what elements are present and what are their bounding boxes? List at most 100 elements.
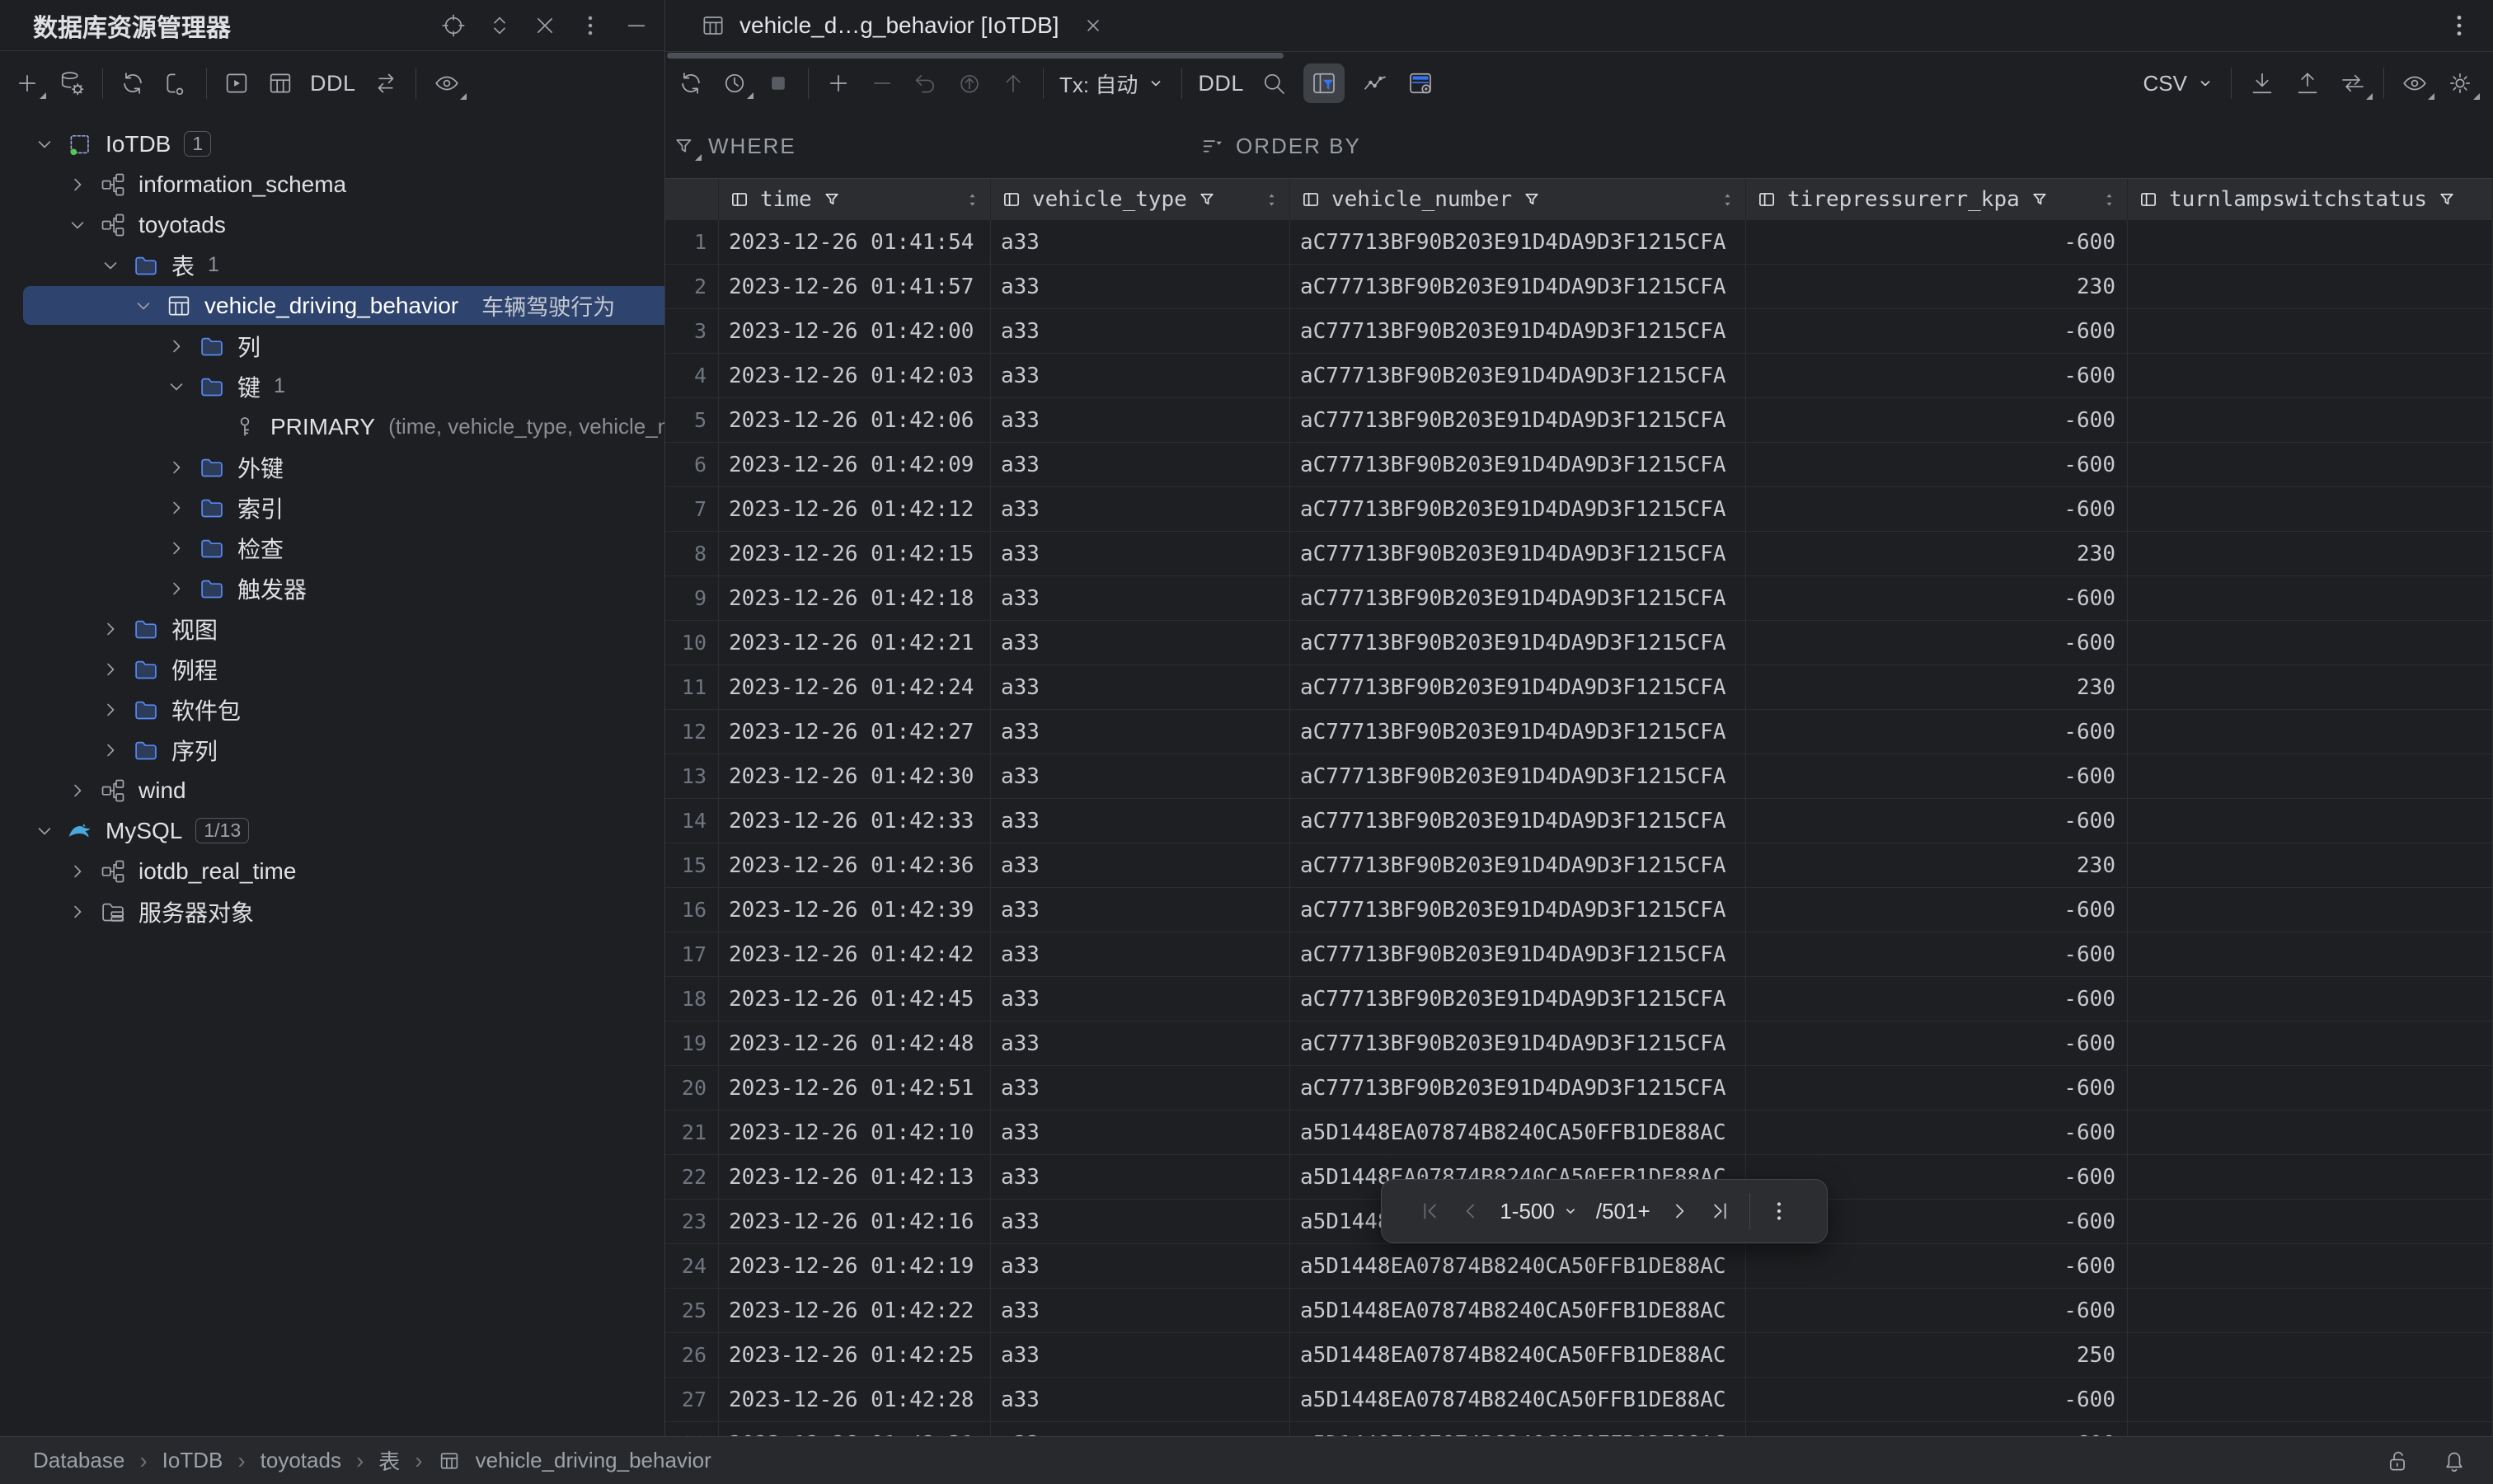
cell-vehicle-type[interactable]: a33 [991, 932, 1290, 977]
cell-turnlampswitchstatus[interactable] [2128, 576, 2493, 621]
cell-time[interactable]: 2023-12-26 01:42:18 [719, 576, 991, 621]
collapse-all-icon[interactable] [533, 13, 557, 38]
panel-options-icon[interactable] [577, 12, 603, 39]
row-number-cell[interactable]: 22 [665, 1155, 719, 1200]
cell-vehicle-number[interactable]: aC77713BF90B203E91D4DA9D3F1215CFA [1290, 354, 1746, 398]
chevron-right-icon[interactable] [160, 496, 193, 519]
cell-vehicle-type[interactable]: a33 [991, 799, 1290, 843]
cell-time[interactable]: 2023-12-26 01:42:06 [719, 398, 991, 443]
cell-tirepressurerr-kpa[interactable]: -600 [1746, 1244, 2128, 1289]
cell-vehicle-type[interactable]: a33 [991, 532, 1290, 576]
close-tab-icon[interactable] [1082, 15, 1104, 36]
row-number-cell[interactable]: 18 [665, 977, 719, 1021]
cell-vehicle-type[interactable]: a33 [991, 1244, 1290, 1289]
tree-item-primary[interactable]: PRIMARY(time, vehicle_type, vehicle_numb [0, 406, 664, 447]
row-number-cell[interactable]: 12 [665, 710, 719, 754]
next-page-icon[interactable] [1667, 1199, 1692, 1223]
tab-vehicle-driving-behavior[interactable]: vehicle_d…g_behavior [IoTDB] [700, 12, 1104, 39]
row-number-cell[interactable]: 20 [665, 1066, 719, 1111]
breadcrumb-table-name[interactable]: vehicle_driving_behavior [476, 1448, 711, 1473]
chevron-right-icon[interactable] [160, 537, 193, 560]
jump-to-source-icon[interactable] [372, 69, 400, 97]
cell-tirepressurerr-kpa[interactable]: -600 [1746, 1422, 2128, 1436]
chevron-right-icon[interactable] [94, 658, 127, 681]
chevron-right-icon[interactable] [94, 618, 127, 641]
chevron-right-icon[interactable] [61, 860, 94, 883]
cell-time[interactable]: 2023-12-26 01:42:25 [719, 1333, 991, 1378]
cell-tirepressurerr-kpa[interactable]: -600 [1746, 1111, 2128, 1155]
cell-time[interactable]: 2023-12-26 01:41:54 [719, 220, 991, 265]
cell-vehicle-type[interactable]: a33 [991, 354, 1290, 398]
cell-turnlampswitchstatus[interactable] [2128, 532, 2493, 576]
tree-item-wind[interactable]: wind [0, 770, 664, 810]
import-data-icon[interactable] [2293, 68, 2322, 98]
cell-vehicle-type[interactable]: a33 [991, 621, 1290, 665]
cell-turnlampswitchstatus[interactable] [2128, 487, 2493, 532]
cell-vehicle-number[interactable]: aC77713BF90B203E91D4DA9D3F1215CFA [1290, 754, 1746, 799]
cell-tirepressurerr-kpa[interactable]: -600 [1746, 443, 2128, 487]
cell-vehicle-type[interactable]: a33 [991, 1066, 1290, 1111]
cell-vehicle-type[interactable]: a33 [991, 1111, 1290, 1155]
cell-time[interactable]: 2023-12-26 01:42:21 [719, 621, 991, 665]
tree-item-iotdb_real_time[interactable]: iotdb_real_time [0, 851, 664, 891]
row-number-cell[interactable]: 25 [665, 1289, 719, 1333]
row-number-cell[interactable]: 6 [665, 443, 719, 487]
cell-tirepressurerr-kpa[interactable]: -600 [1746, 932, 2128, 977]
breadcrumb-toyotads[interactable]: toyotads [261, 1448, 341, 1473]
chevron-down-icon[interactable] [28, 819, 61, 843]
new-console-icon[interactable] [223, 69, 251, 97]
cell-turnlampswitchstatus[interactable] [2128, 220, 2493, 265]
cell-tirepressurerr-kpa[interactable]: -600 [1746, 487, 2128, 532]
cell-time[interactable]: 2023-12-26 01:42:19 [719, 1244, 991, 1289]
row-number-cell[interactable]: 7 [665, 487, 719, 532]
cell-tirepressurerr-kpa[interactable]: -600 [1746, 754, 2128, 799]
cell-vehicle-type[interactable]: a33 [991, 1422, 1290, 1436]
chevron-down-icon[interactable] [160, 375, 193, 398]
chevron-down-icon[interactable] [61, 214, 94, 237]
tree-item--[interactable]: 服务器对象 [0, 891, 664, 932]
cell-tirepressurerr-kpa[interactable]: -600 [1746, 799, 2128, 843]
chevron-right-icon[interactable] [160, 335, 193, 358]
cell-turnlampswitchstatus[interactable] [2128, 309, 2493, 354]
cell-time[interactable]: 2023-12-26 01:41:57 [719, 265, 991, 309]
cell-turnlampswitchstatus[interactable] [2128, 443, 2493, 487]
cell-vehicle-type[interactable]: a33 [991, 487, 1290, 532]
cell-vehicle-type[interactable]: a33 [991, 1200, 1290, 1244]
row-number-cell[interactable]: 2 [665, 265, 719, 309]
cell-tirepressurerr-kpa[interactable]: -600 [1746, 354, 2128, 398]
cell-time[interactable]: 2023-12-26 01:42:24 [719, 665, 991, 710]
cell-tirepressurerr-kpa[interactable]: -600 [1746, 309, 2128, 354]
cell-tirepressurerr-kpa[interactable]: 230 [1746, 532, 2128, 576]
tree-item--[interactable]: 表1 [0, 245, 664, 285]
row-number-cell[interactable]: 13 [665, 754, 719, 799]
cell-turnlampswitchstatus[interactable] [2128, 843, 2493, 888]
cell-vehicle-number[interactable]: aC77713BF90B203E91D4DA9D3F1215CFA [1290, 576, 1746, 621]
row-number-cell[interactable]: 3 [665, 309, 719, 354]
chart-view-icon[interactable] [1360, 68, 1390, 98]
tree-item-information_schema[interactable]: information_schema [0, 164, 664, 204]
cell-vehicle-number[interactable]: aC77713BF90B203E91D4DA9D3F1215CFA [1290, 888, 1746, 932]
row-number-cell[interactable]: 11 [665, 665, 719, 710]
cell-vehicle-type[interactable]: a33 [991, 1021, 1290, 1066]
cell-vehicle-number[interactable]: a5D1448EA07874B8240CA50FFB1DE88AC [1290, 1111, 1746, 1155]
chevron-down-icon[interactable] [28, 133, 61, 156]
cell-vehicle-number[interactable]: aC77713BF90B203E91D4DA9D3F1215CFA [1290, 1066, 1746, 1111]
column-header-vehicle_type[interactable]: vehicle_type [991, 179, 1290, 220]
cell-time[interactable]: 2023-12-26 01:42:28 [719, 1378, 991, 1422]
locate-icon[interactable] [440, 12, 467, 39]
cell-tirepressurerr-kpa[interactable]: -600 [1746, 1066, 2128, 1111]
cell-vehicle-number[interactable]: aC77713BF90B203E91D4DA9D3F1215CFA [1290, 487, 1746, 532]
tree-item--[interactable]: 例程 [0, 649, 664, 689]
datasource-settings-icon[interactable] [57, 68, 87, 98]
cell-time[interactable]: 2023-12-26 01:42:22 [719, 1289, 991, 1333]
cell-time[interactable]: 2023-12-26 01:42:27 [719, 710, 991, 754]
cell-tirepressurerr-kpa[interactable]: 230 [1746, 843, 2128, 888]
cell-time[interactable]: 2023-12-26 01:42:39 [719, 888, 991, 932]
cell-tirepressurerr-kpa[interactable]: -600 [1746, 710, 2128, 754]
cell-tirepressurerr-kpa[interactable]: 250 [1746, 1333, 2128, 1378]
cell-turnlampswitchstatus[interactable] [2128, 1066, 2493, 1111]
cell-turnlampswitchstatus[interactable] [2128, 265, 2493, 309]
tree-item--[interactable]: 检查 [0, 528, 664, 568]
tree-item--[interactable]: 列 [0, 326, 664, 366]
cell-vehicle-number[interactable]: aC77713BF90B203E91D4DA9D3F1215CFA [1290, 665, 1746, 710]
